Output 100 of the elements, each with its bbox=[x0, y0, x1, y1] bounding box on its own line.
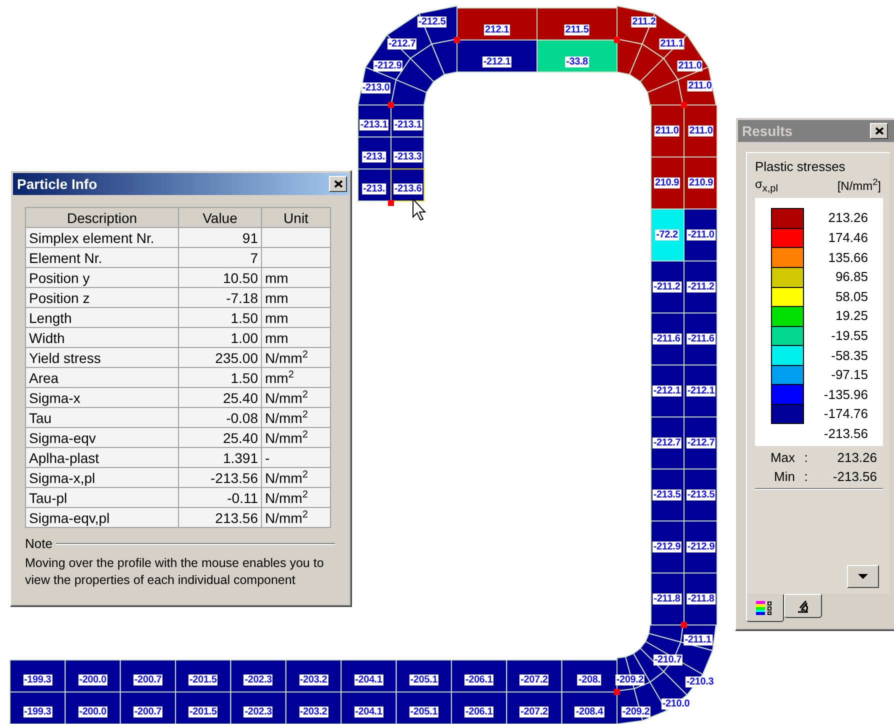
table-cell: 25.40 bbox=[178, 428, 262, 448]
stress-value: -213.6 bbox=[393, 184, 423, 194]
table-cell: Tau-pl bbox=[26, 488, 178, 508]
stress-value: 211.0 bbox=[654, 126, 680, 136]
stress-value: -212.1 bbox=[482, 56, 512, 68]
stress-value: -213.1 bbox=[359, 120, 389, 130]
table-cell bbox=[262, 248, 330, 268]
stress-value: -211.6 bbox=[686, 334, 716, 344]
table-cell: N/mm$^{2}$ bbox=[262, 428, 330, 448]
pointer-icon bbox=[412, 198, 428, 222]
stress-value: 211.0 bbox=[687, 80, 713, 92]
table-cell: 10.50 bbox=[178, 268, 262, 288]
close-button[interactable] bbox=[329, 176, 347, 192]
table-cell: -213.56 bbox=[178, 468, 262, 488]
table-cell: 1.50 bbox=[178, 368, 262, 388]
table-cell: Sigma-eqv bbox=[26, 428, 178, 448]
table-cell: Width bbox=[26, 328, 178, 348]
stress-value: -210.7 bbox=[653, 654, 683, 666]
table-cell: Simplex element Nr. bbox=[26, 228, 178, 248]
table-cell: Sigma-x bbox=[26, 388, 178, 408]
table-cell: Position z bbox=[26, 288, 178, 308]
stress-value: -213.5 bbox=[686, 490, 716, 500]
table-cell: N/mm$^{2}$ bbox=[262, 388, 330, 408]
table-cell: N/mm$^{2}$ bbox=[262, 488, 330, 508]
table-cell: 25.40 bbox=[178, 388, 262, 408]
unit-label: [N/mm$^{2}$] bbox=[837, 177, 881, 194]
column-header: Description bbox=[26, 208, 178, 228]
node-marker bbox=[388, 102, 394, 108]
stress-value: -212.5 bbox=[417, 16, 447, 28]
window-title: Results bbox=[742, 123, 793, 139]
table-cell: mm bbox=[262, 288, 330, 308]
max-value: 213.26 bbox=[836, 450, 878, 466]
legend-value: 213.26 bbox=[828, 209, 868, 228]
stress-value: -208.4 bbox=[574, 706, 604, 718]
color-scale-icon bbox=[756, 601, 774, 615]
stress-value: -207.2 bbox=[520, 674, 549, 686]
stress-value: -206.1 bbox=[464, 706, 494, 718]
table-cell: mm bbox=[262, 268, 330, 288]
legend-value: -174.76 bbox=[824, 405, 868, 424]
table-cell: 91 bbox=[178, 228, 262, 248]
stress-value: -199.3 bbox=[23, 674, 52, 686]
stress-value: -204.1 bbox=[354, 674, 384, 686]
stress-value: 212.1 bbox=[484, 24, 510, 36]
legend-value: -135.96 bbox=[824, 386, 868, 404]
table-cell: Position y bbox=[26, 268, 178, 288]
table-cell: N/mm$^{2}$ bbox=[262, 468, 330, 488]
legend-value: 96.85 bbox=[835, 268, 868, 286]
panel-tab[interactable] bbox=[746, 594, 784, 622]
stress-value: -213.0 bbox=[361, 82, 391, 94]
stress-value: -213.3 bbox=[393, 152, 423, 162]
table-cell: N/mm$^{2}$ bbox=[262, 348, 330, 368]
table-cell: Aplha-plast bbox=[26, 448, 178, 468]
stress-value: -199.3 bbox=[23, 706, 52, 718]
table-cell: 1.391 bbox=[178, 448, 262, 468]
stress-value: -201.5 bbox=[188, 674, 218, 686]
min-value: -213.56 bbox=[832, 469, 878, 484]
node-marker bbox=[388, 200, 394, 206]
stress-value: -211.1 bbox=[684, 634, 712, 646]
stress-value: -213. bbox=[362, 184, 386, 194]
stress-value: -202.3 bbox=[244, 674, 273, 686]
caret-icon bbox=[858, 574, 868, 580]
stress-value: -202.3 bbox=[244, 706, 273, 718]
node-marker bbox=[614, 689, 620, 695]
node-marker bbox=[681, 102, 687, 108]
stress-value: 210.9 bbox=[654, 178, 680, 188]
stress-value: -203.2 bbox=[298, 706, 328, 718]
table-cell: Length bbox=[26, 308, 178, 328]
legend-value: -213.56 bbox=[824, 424, 868, 443]
table-cell: Area bbox=[26, 368, 178, 388]
stress-value: -212.7 bbox=[686, 438, 716, 448]
table-cell: Element Nr. bbox=[26, 248, 178, 268]
column-header: Value bbox=[178, 208, 262, 228]
table-cell: 7 bbox=[178, 248, 262, 268]
stress-value: -212.7 bbox=[652, 438, 682, 448]
stress-value: -213.1 bbox=[393, 120, 423, 130]
stress-value: -209.2 bbox=[621, 706, 651, 718]
close-icon bbox=[874, 127, 884, 135]
stress-value: -211.8 bbox=[686, 594, 716, 604]
stress-value: 211.2 bbox=[631, 16, 657, 28]
node-marker bbox=[454, 37, 460, 43]
table-cell: N/mm$^{2}$ bbox=[262, 508, 330, 528]
stress-value: -211.8 bbox=[652, 594, 682, 604]
stress-value: -201.5 bbox=[188, 706, 218, 718]
stress-value: -212.9 bbox=[373, 60, 403, 72]
table-cell: mm bbox=[262, 308, 330, 328]
node-marker bbox=[681, 622, 687, 628]
dropdown-button[interactable] bbox=[847, 565, 879, 588]
legend-value: 174.46 bbox=[828, 228, 868, 247]
stress-value: -211.2 bbox=[652, 282, 682, 292]
stress-value: -207.2 bbox=[520, 706, 549, 718]
table-cell: -0.11 bbox=[178, 488, 262, 508]
table-cell: 235.00 bbox=[178, 348, 262, 368]
stress-value: -213.5 bbox=[652, 490, 682, 500]
legend-value: 19.25 bbox=[835, 307, 868, 326]
max-label: Max bbox=[769, 450, 795, 466]
table-cell: -7.18 bbox=[178, 288, 262, 308]
window-title: Particle Info bbox=[17, 176, 98, 192]
stress-value: -203.2 bbox=[298, 674, 328, 686]
legend-value: -19.55 bbox=[831, 326, 868, 345]
stress-value: 210.9 bbox=[688, 178, 714, 188]
